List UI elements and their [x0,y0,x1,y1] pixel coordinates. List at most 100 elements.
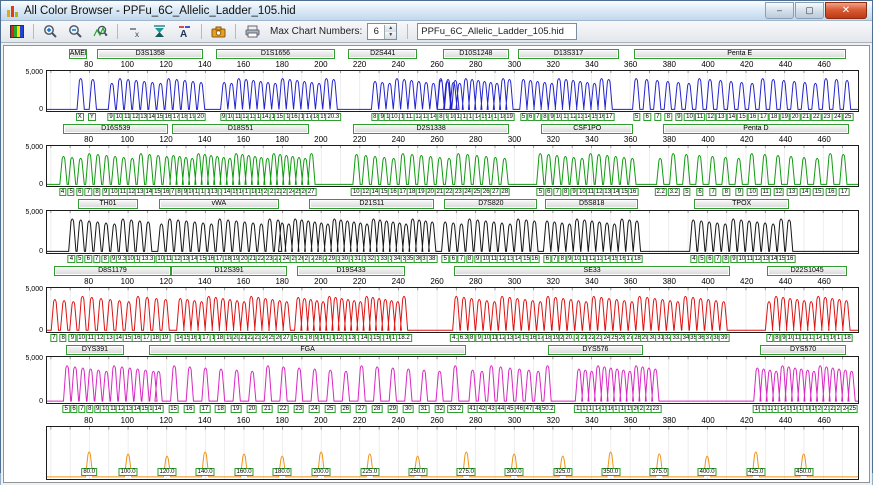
size-label: 325.0 [553,468,572,476]
allele-label: 28 [372,405,383,413]
marker-header-row: DYS391FGADYS576DYS570 [46,345,859,356]
snapshot-icon[interactable] [207,22,230,42]
electropherogram-orange[interactable]: 80.0100.0120.0140.0160.0180.0200.0225.02… [46,426,859,480]
marker-label-DYS391: DYS391 [66,345,125,355]
zoom-out-icon[interactable] [64,22,87,42]
marker-label-DYS570: DYS570 [760,345,847,355]
allele-label: 27 [356,405,367,413]
x-tick-label: 140 [198,60,211,70]
color-browser-icon[interactable] [5,22,28,42]
allele-label: 12 [705,113,716,121]
x-tick-label: 180 [275,277,288,287]
allele-label: 10 [747,188,758,196]
marker-label-Penta E: Penta E [634,49,846,59]
allele-label: 18 [632,255,643,263]
align-markers-icon[interactable] [148,22,171,42]
x-tick-label: 280 [469,277,482,287]
allele-label: 9 [736,188,743,196]
maximize-button[interactable]: ▢ [795,2,824,19]
dye-row-magenta: DYS391FGADYS576DYS5705,00005678910111213… [8,345,865,414]
electropherogram-blue[interactable]: 5,0000 [46,70,859,112]
x-tick-label: 260 [430,60,443,70]
trace-green [47,146,858,186]
x-tick-label: 280 [469,60,482,70]
x-tick-label: 120 [159,60,172,70]
main-area: AMELD3S1358D1S1656D2S441D10S1248D13S317P… [1,43,872,485]
x-tick-label: 380 [663,135,676,145]
allele-label: 22 [811,113,822,121]
allele-label: 28 [499,188,510,196]
size-label: 225.0 [360,468,379,476]
dye-row-black: TH01vWAD21S11D7S820D5S818TPOX5,000045678… [8,199,865,264]
x-tick-label: 220 [353,416,366,426]
x-tick-label: 380 [663,60,676,70]
x-tick-label: 420 [740,277,753,287]
allele-label: 22 [278,405,289,413]
allele-label: 4 [59,188,66,196]
x-tick-label: 240 [392,416,405,426]
allele-label: 20 [195,113,206,121]
x-tick-label: 260 [430,416,443,426]
allele-label: 21 [262,405,273,413]
label-display-icon[interactable]: A [173,22,196,42]
size-label: 350.0 [601,468,620,476]
electropherogram-green[interactable]: 5,0000 [46,145,859,187]
marker-header-row: AMELD3S1358D1S1656D2S441D10S1248D13S317P… [46,49,859,60]
print-icon[interactable] [241,22,264,42]
remove-size-icon[interactable]: x [123,22,146,42]
zoom-fit-icon[interactable] [89,22,112,42]
x-tick-label: 400 [701,277,714,287]
allele-label: 14 [726,113,737,121]
electropherogram-magenta[interactable]: 5,0000 [46,356,859,404]
allele-label: 7 [458,255,465,263]
max-chart-numbers-stepper[interactable]: 6 ▲ ▼ [367,23,397,40]
allele-label: 4 [690,255,697,263]
allele-label: 8 [559,255,566,263]
title-bar[interactable]: All Color Browser - PPFu_6C_Allelic_Ladd… [1,1,872,21]
x-tick-label: 360 [624,60,637,70]
x-tick-label: 220 [353,135,366,145]
x-tick-label: 360 [624,135,637,145]
allele-label: 8 [468,334,475,342]
close-button[interactable]: ✕ [825,2,867,19]
x-tick-label: 220 [353,60,366,70]
allele-label: 23 [822,113,833,121]
allele-label: 8 [86,405,93,413]
x-tick-label: 160 [237,277,250,287]
allele-label: 5 [633,113,640,121]
marker-header-row: D16S539D18S51D2S1338CSF1POPenta D [46,124,859,135]
x-tick-label: 420 [740,135,753,145]
allele-label: 8 [562,188,569,196]
allele-label: 6 [644,113,651,121]
allele-label: 8 [722,255,729,263]
y-axis-zero-label: 0 [10,398,43,405]
minimize-button[interactable]: – [765,2,794,19]
x-tick-label: 280 [469,416,482,426]
marker-label-D22S1045: D22S1045 [767,266,847,276]
y-axis-max-label: 5,000 [10,144,43,151]
allele-label: 16 [748,113,759,121]
window-title: All Color Browser - PPFu_6C_Allelic_Ladd… [24,5,296,17]
allele-label: 8 [59,334,66,342]
marker-label-vWA: vWA [159,199,279,209]
file-name-field[interactable]: PPFu_6C_Allelic_Ladder_105.hid [417,23,577,40]
x-tick-label: 180 [275,135,288,145]
max-chart-numbers-label: Max Chart Numbers: [270,26,362,37]
allele-label: 17 [604,113,615,121]
electropherogram-red[interactable]: 5,0000 [46,287,859,333]
allele-label: 33.2 [447,405,463,413]
spin-up-icon[interactable]: ▲ [385,25,396,32]
size-label: 140.0 [196,468,215,476]
electropherogram-black[interactable]: 5,0000 [46,210,859,254]
marker-label-D2S441: D2S441 [348,49,417,59]
x-tick-label: 400 [701,135,714,145]
marker-label-D8S1179: D8S1179 [54,266,171,276]
x-tick-label: 300 [508,277,521,287]
zoom-in-icon[interactable] [39,22,62,42]
allele-label: 5 [537,188,544,196]
all-color-browser-window: All Color Browser - PPFu_6C_Allelic_Ladd… [0,0,873,473]
spin-down-icon[interactable]: ▼ [385,32,396,39]
allele-label: 7 [551,255,558,263]
y-axis-max-label: 5,000 [10,69,43,76]
marker-label-D19S433: D19S433 [297,266,405,276]
